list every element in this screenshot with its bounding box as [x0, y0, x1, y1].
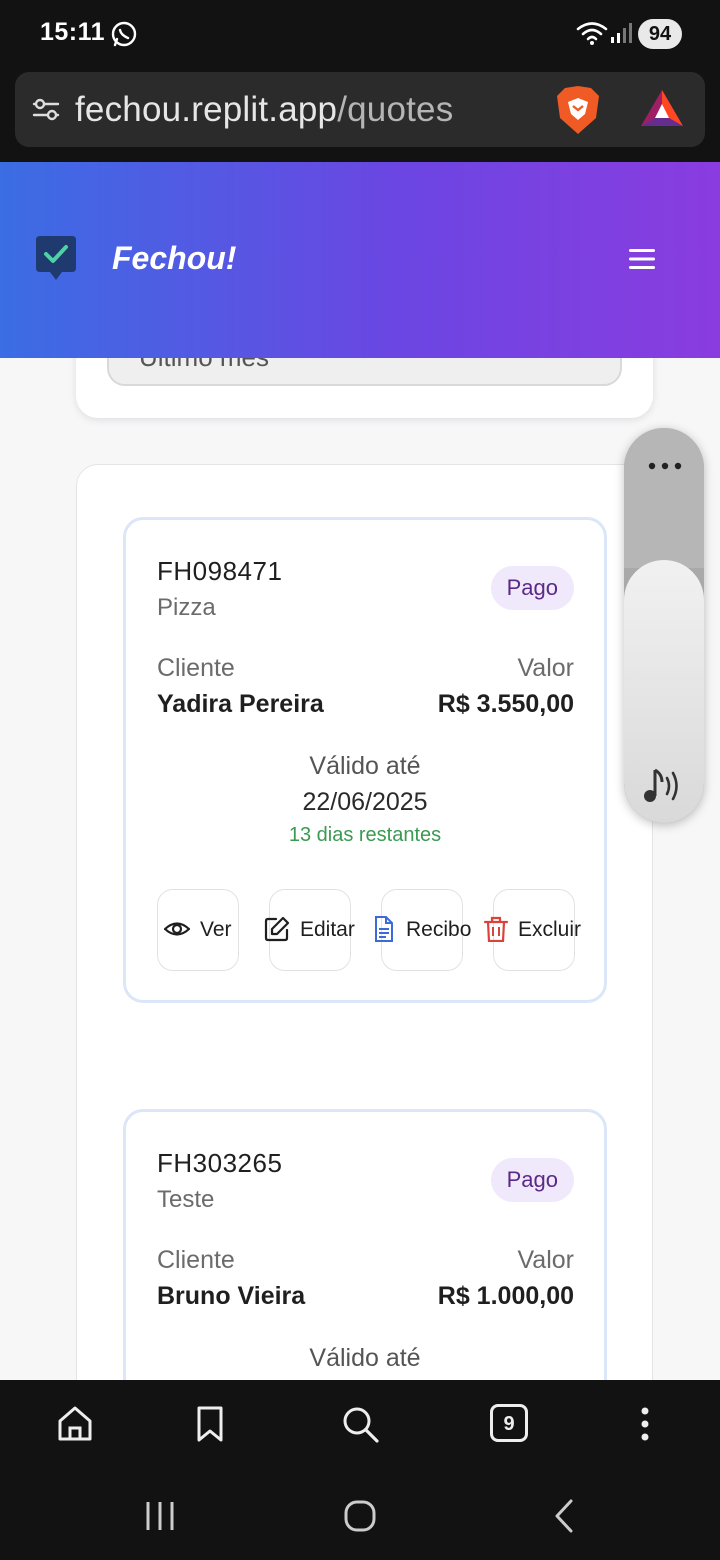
client-name: Yadira Pereira — [157, 690, 324, 718]
edit-icon — [264, 916, 290, 942]
status-time: 15:11 — [40, 18, 106, 46]
value-label: Valor — [517, 1246, 574, 1274]
whatsapp-icon — [111, 21, 137, 47]
quote-title: Teste — [157, 1186, 215, 1213]
url-text[interactable]: fechou.replit.app/quotes — [75, 90, 453, 130]
edit-button-label: Editar — [300, 918, 355, 941]
site-settings-icon[interactable] — [31, 94, 61, 124]
valid-until-label: Válido até — [309, 1344, 421, 1372]
app-header: Fechou! — [0, 162, 720, 358]
days-remaining: 13 dias restantes — [288, 824, 442, 846]
quotes-list: FH098471 Pizza Pago Cliente Valor Yadira… — [76, 464, 653, 1380]
client-label: Cliente — [157, 654, 235, 682]
quote-id: FH098471 — [157, 556, 283, 586]
hamburger-menu-icon[interactable] — [628, 248, 656, 270]
valid-until-label: Válido até — [309, 752, 421, 780]
side-panel-slider[interactable] — [624, 560, 704, 823]
status-bar: 15:11 94 — [0, 0, 720, 64]
url-domain: fechou.replit.app — [75, 90, 338, 129]
home-circle-icon[interactable] — [340, 1496, 380, 1536]
browser-toolbar: fechou.replit.app/quotes — [0, 64, 720, 162]
client-name: Bruno Vieira — [157, 1282, 306, 1310]
view-button[interactable]: Ver — [157, 889, 239, 971]
quote-title: Pizza — [157, 594, 216, 621]
more-icon[interactable] — [625, 1404, 665, 1444]
client-label: Cliente — [157, 1246, 235, 1274]
status-badge: Pago — [490, 566, 574, 610]
delete-button-label: Excluir — [518, 918, 582, 941]
valid-until-date: 22/06/2025 — [302, 788, 428, 816]
brand-name[interactable]: Fechou! — [112, 240, 236, 277]
music-sound-icon[interactable] — [640, 762, 686, 808]
delete-button[interactable]: Excluir — [483, 889, 581, 971]
address-bar[interactable]: fechou.replit.app/quotes — [15, 72, 705, 147]
logo-check-icon[interactable] — [34, 234, 78, 284]
battery-indicator: 94 — [638, 19, 682, 49]
tabs-icon[interactable]: 9 — [490, 1404, 528, 1442]
home-icon[interactable] — [55, 1404, 95, 1444]
view-button-label: Ver — [200, 918, 232, 941]
eye-icon — [164, 922, 190, 936]
quote-value: R$ 1.000,00 — [437, 1282, 574, 1310]
brave-rewards-icon[interactable] — [639, 86, 685, 132]
trash-icon — [483, 916, 509, 942]
quote-card: FH303265 Teste Pago Cliente Valor Bruno … — [123, 1109, 607, 1380]
side-panel-handle[interactable] — [624, 428, 704, 568]
recents-icon[interactable] — [140, 1496, 180, 1536]
edit-button[interactable]: Editar — [264, 889, 355, 971]
receipt-button[interactable]: Recibo — [375, 889, 471, 971]
status-badge: Pago — [490, 1158, 574, 1202]
document-icon — [375, 916, 393, 942]
url-path: /quotes — [337, 90, 454, 129]
quote-card: FH098471 Pizza Pago Cliente Valor Yadira… — [123, 517, 607, 1003]
more-dots-icon[interactable] — [648, 462, 682, 470]
value-label: Valor — [517, 654, 574, 682]
bookmark-icon[interactable] — [190, 1404, 230, 1444]
floating-side-panel[interactable] — [624, 428, 704, 823]
quote-value: R$ 3.550,00 — [437, 690, 574, 718]
signal-icon — [611, 23, 632, 43]
receipt-button-label: Recibo — [406, 918, 472, 941]
back-icon[interactable] — [545, 1496, 585, 1536]
browser-bottom-bar: 9 — [0, 1380, 720, 1560]
wifi-icon — [576, 22, 608, 45]
brave-shields-icon[interactable] — [555, 84, 601, 136]
quote-id: FH303265 — [157, 1148, 283, 1178]
search-icon[interactable] — [340, 1404, 380, 1444]
